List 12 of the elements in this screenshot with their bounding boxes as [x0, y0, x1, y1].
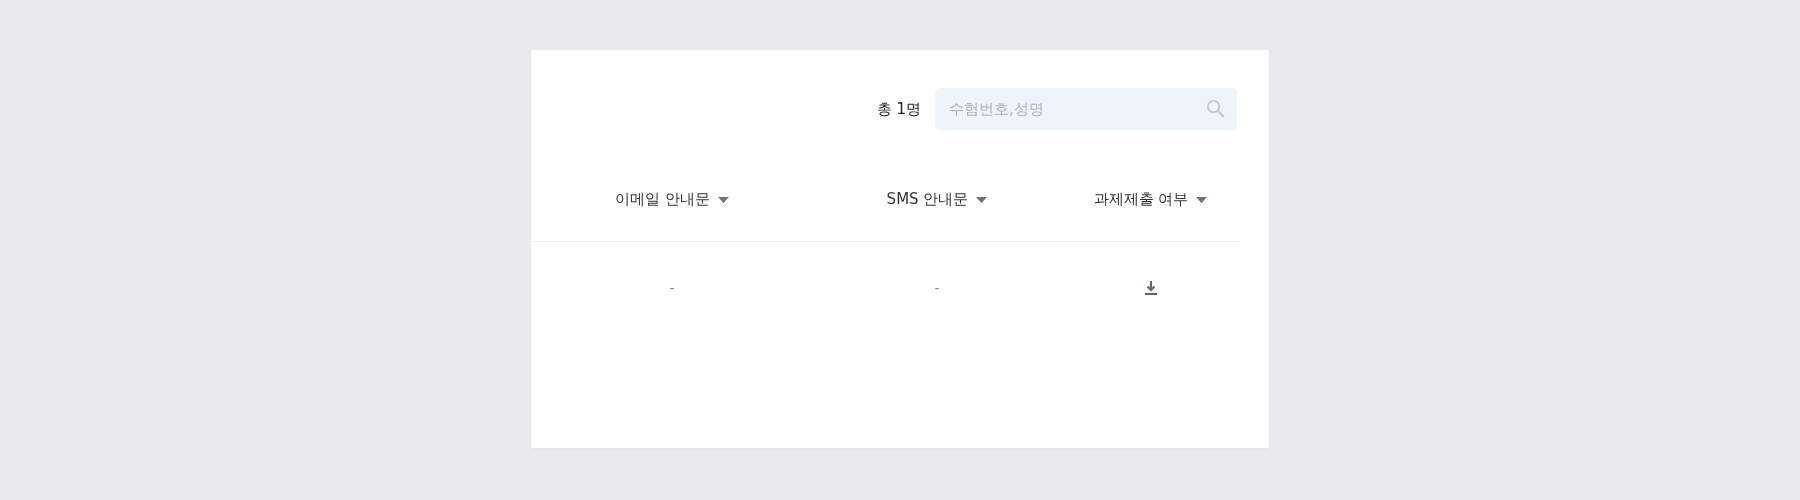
caret-icon [1196, 196, 1208, 203]
column-header[interactable]: 이메일 안내문 [615, 188, 729, 211]
caret-icon [976, 196, 988, 203]
table-cell-text: - [934, 278, 940, 298]
member-count: 총 1명 [876, 98, 921, 120]
table-cell-text: - [669, 278, 675, 298]
search-field[interactable]: 수험번호,성명 [935, 88, 1237, 130]
caret-icon [717, 196, 729, 203]
column-header[interactable]: 과제제출 여부 [1093, 188, 1208, 211]
download-icon[interactable] [1144, 280, 1157, 296]
search-icon [1206, 99, 1225, 118]
column-header[interactable]: SMS 안내문 [886, 188, 988, 211]
